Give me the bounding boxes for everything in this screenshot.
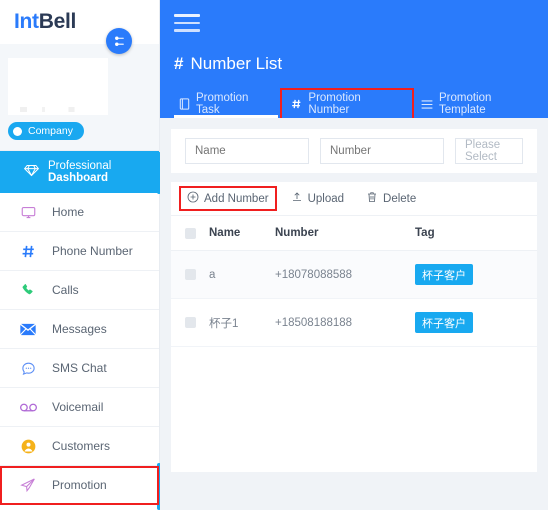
tag-select-placeholder: Please Select bbox=[465, 139, 501, 163]
upload-label: Upload bbox=[307, 192, 345, 205]
filter-bar: Please Select bbox=[171, 129, 537, 173]
sidebar-item-label: Messages bbox=[52, 322, 107, 336]
number-table: Name Number Tag a +18078088588 杯子客户 杯子1 … bbox=[171, 216, 537, 347]
topbar: # Number List Promotion Task Promotion N… bbox=[160, 0, 548, 124]
add-number-label: Add Number bbox=[204, 192, 269, 205]
table-row[interactable]: a +18078088588 杯子客户 bbox=[171, 250, 537, 299]
book-icon bbox=[179, 98, 190, 110]
phone-icon bbox=[18, 283, 38, 297]
table-toolbar: Add Number Upload Delete bbox=[171, 182, 537, 216]
professional-dashboard-banner[interactable]: Professional Dashboard bbox=[0, 151, 159, 193]
cell-name: a bbox=[209, 250, 275, 299]
sidebar-item-calls[interactable]: Calls bbox=[0, 271, 159, 310]
table-body: a +18078088588 杯子客户 杯子1 +18508188188 杯子客… bbox=[171, 250, 537, 347]
sidebar-item-label: Phone Number bbox=[52, 244, 133, 258]
sidebar: Int Bell Company Professional Dashboard … bbox=[0, 0, 161, 510]
sidebar-item-messages[interactable]: Messages bbox=[0, 310, 159, 349]
table-head: Name Number Tag bbox=[171, 216, 537, 251]
column-header-tag: Tag bbox=[415, 216, 537, 251]
cell-number: +18078088588 bbox=[275, 250, 415, 299]
sidebar-item-label: Voicemail bbox=[52, 400, 104, 414]
company-label: Company bbox=[28, 125, 73, 137]
company-switch-button[interactable]: Company bbox=[8, 122, 84, 140]
table-row[interactable]: 杯子1 +18508188188 杯子客户 bbox=[171, 298, 537, 347]
upload-button[interactable]: Upload bbox=[285, 188, 350, 209]
sidebar-item-label: Home bbox=[52, 205, 85, 219]
number-list-card: Add Number Upload Delete Name Number Tag… bbox=[171, 182, 537, 472]
tab-bar: Promotion Task Promotion Number Promotio… bbox=[170, 86, 548, 124]
search-name-input[interactable] bbox=[185, 138, 309, 164]
tag-select-dropdown[interactable]: Please Select bbox=[455, 138, 523, 164]
tab-promotion-template[interactable]: Promotion Template bbox=[412, 90, 548, 118]
tab-promotion-task[interactable]: Promotion Task bbox=[170, 90, 282, 118]
dashboard-label: Professional Dashboard bbox=[48, 160, 112, 184]
list-icon bbox=[421, 99, 433, 110]
trash-icon bbox=[366, 191, 378, 206]
brand-logo-bell: Bell bbox=[38, 10, 77, 33]
status-badge[interactable]: 杯子客户 bbox=[415, 312, 473, 333]
sidebar-item-label: SMS Chat bbox=[52, 361, 107, 375]
select-all-header bbox=[171, 216, 209, 251]
main-content: # Number List Promotion Task Promotion N… bbox=[160, 0, 548, 510]
avatar-placeholder-text bbox=[20, 107, 98, 112]
voicemail-icon bbox=[18, 402, 38, 413]
column-header-number: Number bbox=[275, 216, 415, 251]
hash-icon bbox=[18, 244, 38, 259]
tab-promotion-number[interactable]: Promotion Number bbox=[280, 88, 414, 124]
sidebar-item-sms-chat[interactable]: SMS Chat bbox=[0, 349, 159, 388]
sidebar-item-label: Calls bbox=[52, 283, 79, 297]
sidebar-item-promotion[interactable]: Promotion bbox=[0, 466, 159, 505]
delete-button[interactable]: Delete bbox=[360, 188, 422, 209]
row-checkbox[interactable] bbox=[185, 269, 196, 280]
tab-label: Promotion Task bbox=[196, 92, 249, 116]
upload-icon bbox=[291, 191, 303, 206]
send-icon bbox=[18, 477, 38, 493]
sidebar-item-customers[interactable]: Customers bbox=[0, 427, 159, 466]
hash-icon bbox=[291, 98, 302, 110]
brand-logo-int: Int bbox=[14, 10, 39, 33]
page-title-text: Number List bbox=[190, 54, 283, 73]
sidebar-item-label: Promotion bbox=[52, 478, 107, 492]
sidebar-item-voicemail[interactable]: Voicemail bbox=[0, 388, 159, 427]
select-all-checkbox[interactable] bbox=[185, 227, 196, 239]
column-header-name: Name bbox=[209, 216, 275, 251]
profile-zone: Company bbox=[0, 44, 159, 151]
row-select-cell bbox=[171, 250, 209, 299]
user-icon bbox=[18, 439, 38, 454]
monitor-icon bbox=[18, 205, 38, 220]
diamond-icon bbox=[23, 164, 40, 180]
sidebar-item-label: Customers bbox=[52, 439, 111, 453]
cell-tag: 杯子客户 bbox=[415, 250, 537, 299]
company-dot-icon bbox=[13, 126, 22, 136]
row-checkbox[interactable] bbox=[185, 317, 196, 328]
chat-icon bbox=[18, 361, 38, 376]
add-number-button[interactable]: Add Number bbox=[179, 186, 277, 211]
delete-label: Delete bbox=[383, 192, 417, 205]
envelope-icon bbox=[18, 323, 38, 336]
cell-tag: 杯子客户 bbox=[415, 298, 537, 347]
cell-number: +18508188188 bbox=[275, 298, 415, 347]
avatar bbox=[8, 58, 108, 115]
tab-label: Promotion Template bbox=[438, 92, 492, 116]
row-select-cell bbox=[171, 298, 209, 347]
app-root: Int Bell Company Professional Dashboard … bbox=[0, 0, 548, 510]
hamburger-icon[interactable] bbox=[174, 14, 200, 37]
sidebar-item-phone-number[interactable]: Phone Number bbox=[0, 232, 159, 271]
search-number-input[interactable] bbox=[320, 138, 444, 164]
gear-icon[interactable] bbox=[106, 28, 132, 54]
hash-icon: # bbox=[174, 54, 184, 73]
brand-logo: Int Bell bbox=[0, 0, 159, 44]
sidebar-nav: Home Phone Number Calls Messages SMS Cha… bbox=[0, 193, 159, 505]
tab-label: Promotion Number bbox=[308, 92, 361, 116]
page-title: # Number List bbox=[174, 54, 282, 74]
table-header-row: Name Number Tag bbox=[171, 216, 537, 251]
status-badge[interactable]: 杯子客户 bbox=[415, 264, 473, 285]
sidebar-item-home[interactable]: Home bbox=[0, 193, 159, 232]
cell-name: 杯子1 bbox=[209, 298, 275, 347]
plus-circle-icon bbox=[187, 191, 199, 206]
